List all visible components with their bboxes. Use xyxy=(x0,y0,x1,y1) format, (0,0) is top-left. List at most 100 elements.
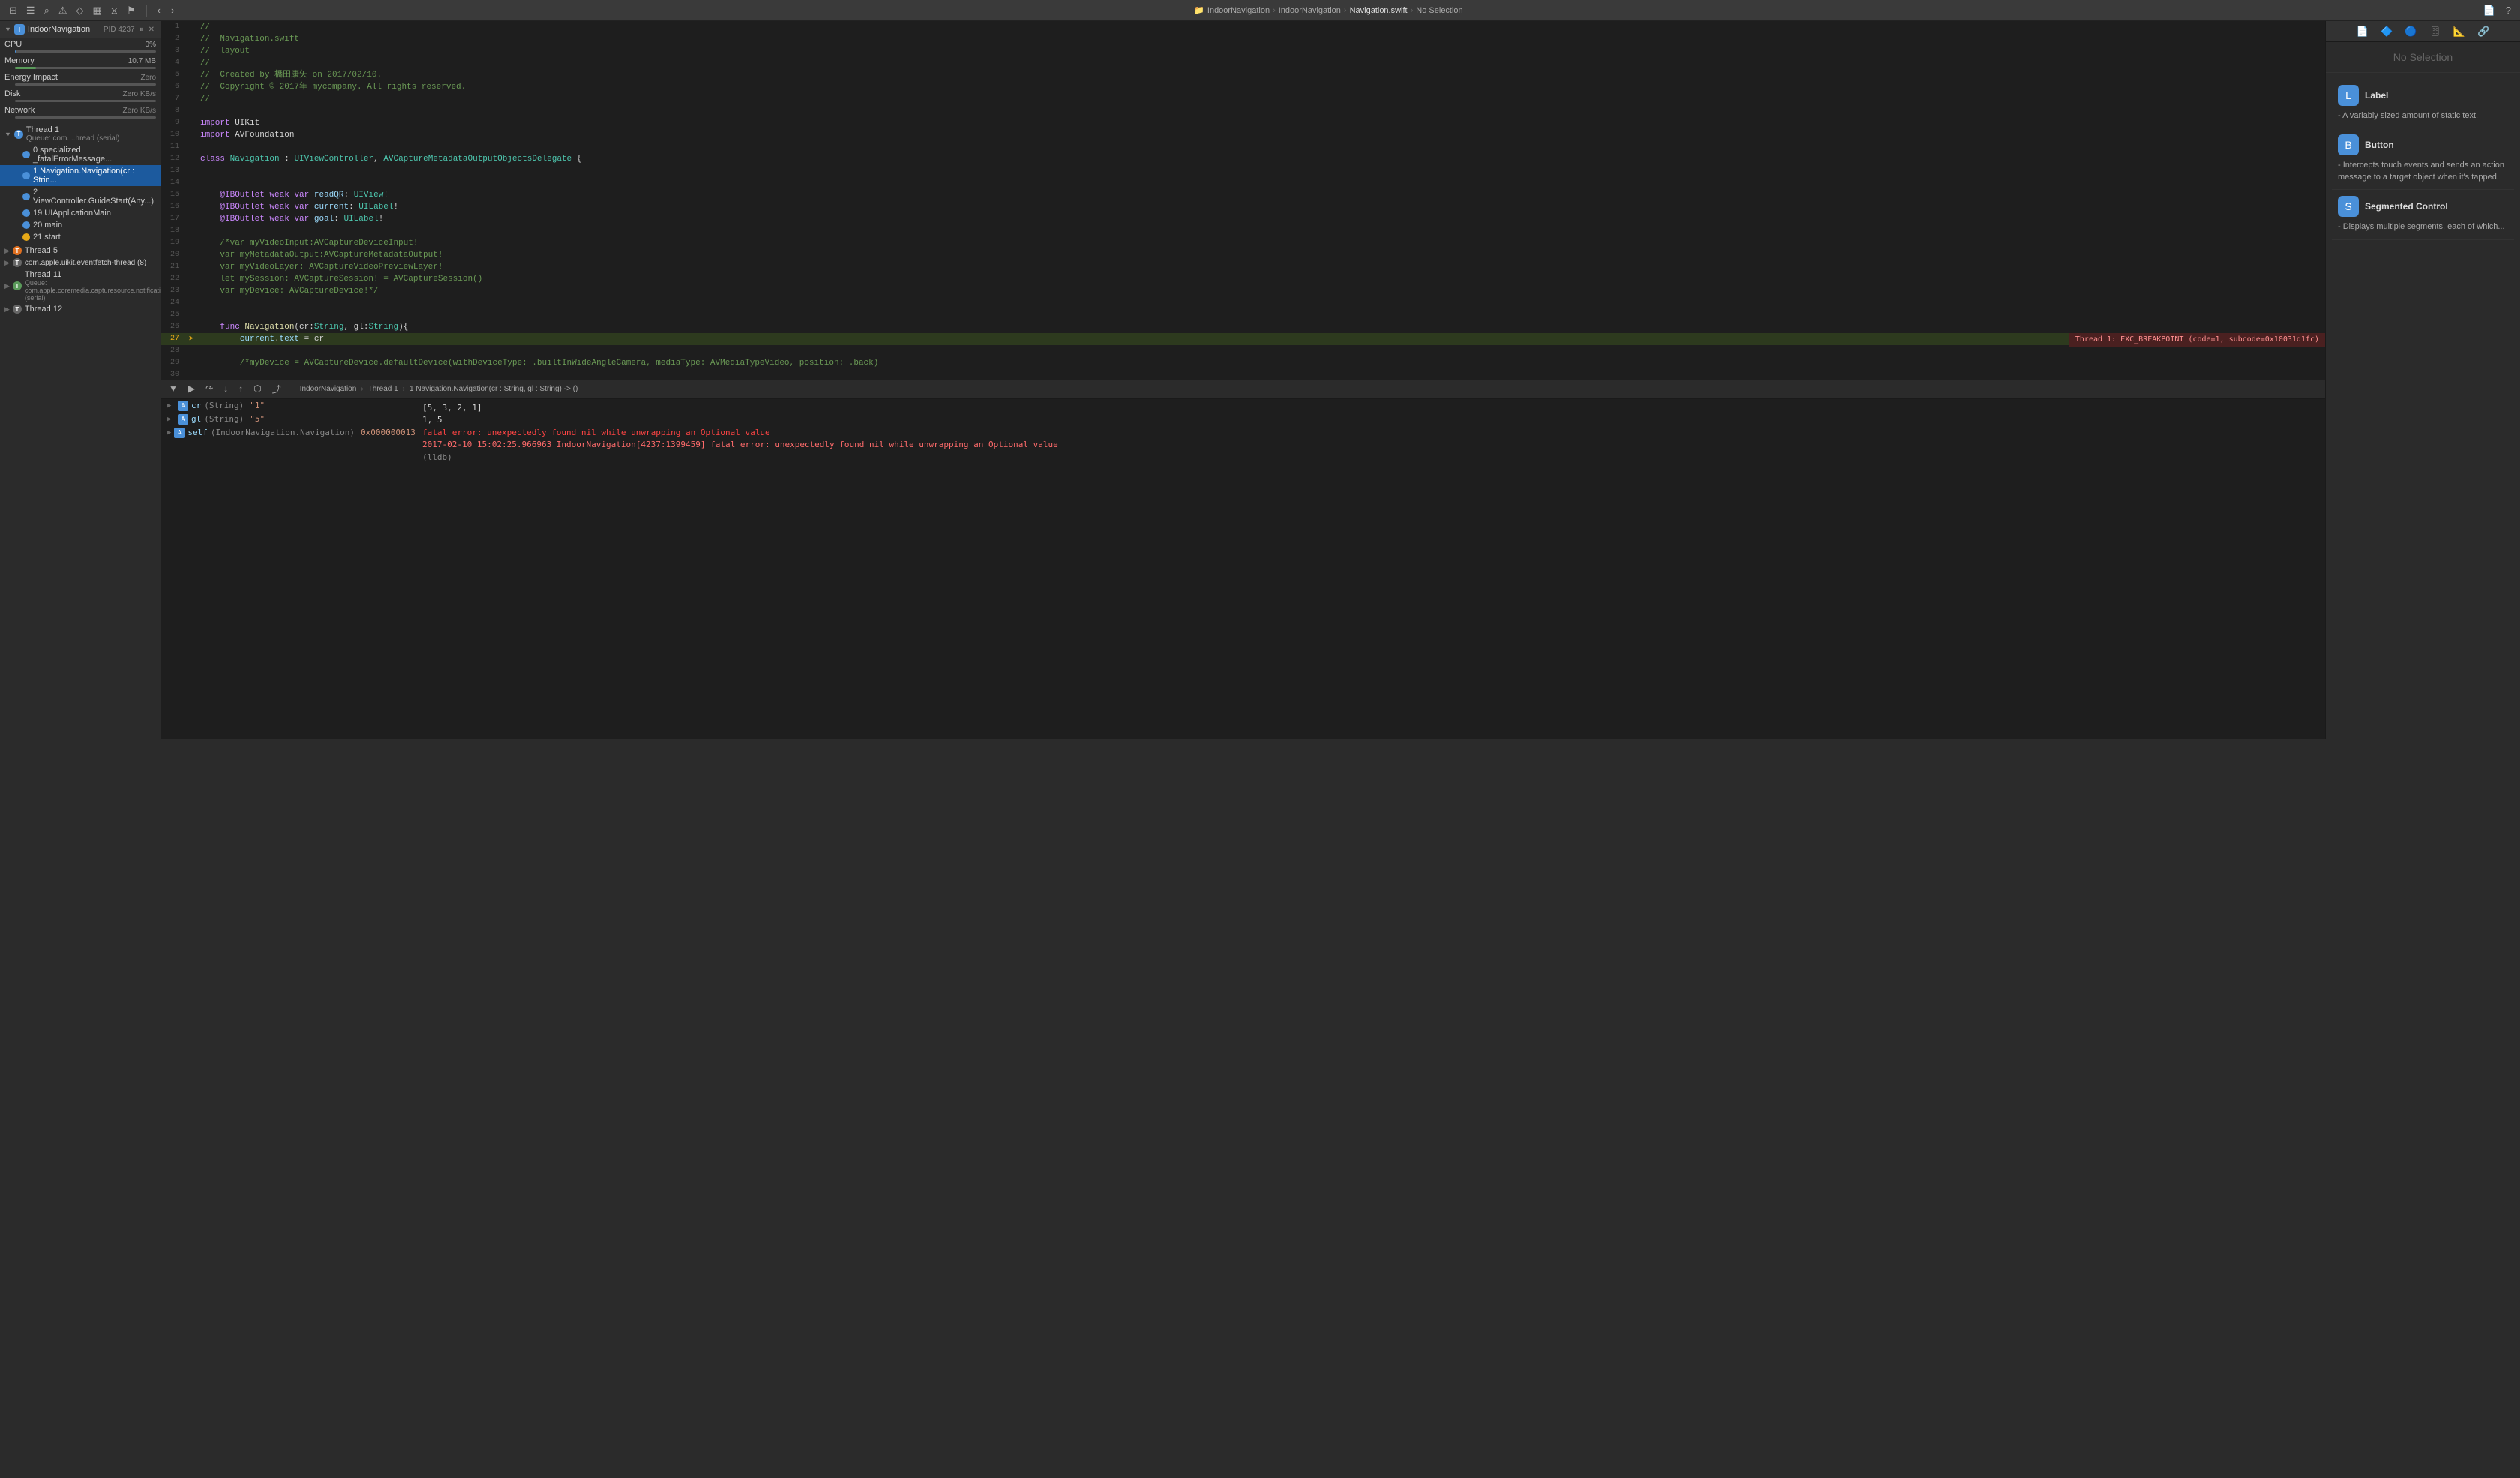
flag-icon[interactable]: ⚑ xyxy=(124,3,139,18)
breadcrumb-icon: 📁 xyxy=(1194,5,1204,15)
thread5-expand-arrow[interactable]: ▶ xyxy=(4,247,10,255)
identity-inspector-btn[interactable]: 🔵 xyxy=(2400,24,2421,39)
thread1-item[interactable]: ▼ T Thread 1 Queue: com....hread (serial… xyxy=(0,124,160,144)
console-line-5: (lldb) xyxy=(422,452,2319,464)
step-over-btn[interactable]: ↷ xyxy=(202,382,216,395)
grid-icon[interactable]: ⊞ xyxy=(6,3,20,18)
list-icon[interactable]: ☰ xyxy=(23,3,38,18)
memory-gauge xyxy=(15,67,156,69)
thread-selector[interactable]: Thread 1 xyxy=(368,385,398,393)
stop-icon[interactable]: ✕ xyxy=(147,25,156,35)
eventfetch-expand-arrow[interactable]: ▶ xyxy=(4,259,10,267)
attributes-inspector-btn[interactable]: 🎚 xyxy=(2424,24,2446,39)
cr-expand-arrow[interactable]: ▶ xyxy=(167,402,175,410)
network-gauge xyxy=(15,116,156,119)
continue-btn[interactable]: ▶ xyxy=(185,382,198,395)
thread1-frame2[interactable]: 2 ViewController.GuideStart(Any...) xyxy=(0,186,160,207)
debug-panels: ▶ A cr (String) "1" ▶ A gl (String) "5" xyxy=(161,398,2325,533)
code-line-12: 12 class Navigation : UIViewController, … xyxy=(161,153,2325,165)
thread12-icon: T xyxy=(13,305,22,314)
step-into-btn[interactable]: ↓ xyxy=(220,382,231,395)
process-pid: PID 4237 xyxy=(104,26,135,34)
code-line-6: 6 // Copyright © 2017年 mycompany. All ri… xyxy=(161,81,2325,93)
debug-var-self[interactable]: ▶ A self (IndoorNavigation.Navigation) 0… xyxy=(161,426,416,440)
thread1-frame0[interactable]: 0 specialized _fatalErrorMessage... xyxy=(0,144,160,165)
help-icon[interactable]: ? xyxy=(2503,3,2514,17)
code-line-10: 10 import AVFoundation xyxy=(161,129,2325,141)
breadcrumb-folder1[interactable]: IndoorNavigation xyxy=(1208,6,1270,15)
memory-item[interactable]: Memory 10.7 MB xyxy=(0,55,160,67)
debug-var-cr[interactable]: ▶ A cr (String) "1" xyxy=(161,399,416,413)
cpu-label: CPU xyxy=(4,40,22,49)
eventfetch-thread-item[interactable]: ▶ T com.apple.uikit.eventfetch-thread (8… xyxy=(0,257,160,269)
thread5-item[interactable]: ▶ T Thread 5 xyxy=(0,245,160,257)
main-toolbar: ⊞ ☰ ⌕ ⚠ ◇ ▦ ⧖ ⚑ ‹ › 📁 IndoorNavigation ›… xyxy=(0,0,2520,21)
self-expand-arrow[interactable]: ▶ xyxy=(167,429,171,437)
thread1-queue: Queue: com....hread (serial) xyxy=(26,134,156,143)
console-line-3: fatal error: unexpectedly found nil whil… xyxy=(422,427,2319,440)
thread1-expand-arrow[interactable]: ▼ xyxy=(4,131,11,138)
frame-selector[interactable]: 1 Navigation.Navigation(cr : String, gl … xyxy=(410,385,578,393)
thread1-frame21-icon xyxy=(22,233,30,241)
debug-console-panel[interactable]: [5, 3, 2, 1] 1, 5 fatal error: unexpecte… xyxy=(416,399,2325,533)
debug-var-gl[interactable]: ▶ A gl (String) "5" xyxy=(161,413,416,426)
code-line-26: 26 func Navigation(cr:String, gl:String)… xyxy=(161,321,2325,333)
connections-inspector-btn[interactable]: 🔗 xyxy=(2473,24,2494,39)
hide-debug-btn[interactable]: ▼ xyxy=(166,382,181,395)
no-selection-label: No Selection xyxy=(2393,51,2452,63)
network-item[interactable]: Network Zero KB/s xyxy=(0,104,160,116)
eventfetch-icon: T xyxy=(13,258,22,267)
size-inspector-btn[interactable]: 📐 xyxy=(2449,24,2470,39)
process-icon: I xyxy=(14,24,25,35)
thread1-icon: T xyxy=(14,130,23,139)
breadcrumb-folder2[interactable]: IndoorNavigation xyxy=(1279,6,1341,15)
process-expand-arrow[interactable]: ▼ xyxy=(4,26,11,33)
thread12-label: Thread 12 xyxy=(25,305,62,314)
thread12-item[interactable]: ▶ T Thread 12 xyxy=(0,303,160,315)
file-icon[interactable]: 📄 xyxy=(2480,3,2498,18)
network-label: Network xyxy=(4,106,34,115)
code-line-22: 22 let mySession: AVCaptureSession! = AV… xyxy=(161,273,2325,285)
warning-icon[interactable]: ⚠ xyxy=(56,3,70,18)
layout-icon[interactable]: ▦ xyxy=(90,3,105,18)
file-inspector-btn[interactable]: 📄 xyxy=(2352,24,2373,39)
forward-button[interactable]: › xyxy=(168,3,177,17)
search-icon[interactable]: ⌕ xyxy=(41,3,52,18)
bookmark-icon[interactable]: ◇ xyxy=(74,3,87,18)
console-line-4: 2017-02-10 15:02:25.966963 IndoorNavigat… xyxy=(422,439,2319,452)
code-editor[interactable]: 1 // 2 // Navigation.swift 3 // layout 4… xyxy=(161,21,2325,380)
button-widget-name: Button xyxy=(2365,140,2394,150)
thread11-queue: Queue: com.apple.coremedia.capturesource… xyxy=(25,279,161,302)
quick-help-btn[interactable]: 🔷 xyxy=(2376,24,2397,39)
thread1-frame20-label: 20 main xyxy=(33,221,62,230)
code-line-8: 8 xyxy=(161,105,2325,117)
code-line-17: 17 @IBOutlet weak var goal: UILabel! xyxy=(161,213,2325,225)
step-out-btn[interactable]: ↑ xyxy=(236,382,246,395)
disk-item[interactable]: Disk Zero KB/s xyxy=(0,88,160,100)
code-line-24: 24 xyxy=(161,297,2325,309)
thread1-frame1[interactable]: 1 Navigation.Navigation(cr : Strin... xyxy=(0,165,160,186)
execution-arrow: ➤ xyxy=(188,333,194,345)
thread11-expand-arrow[interactable]: ▶ xyxy=(4,282,10,290)
pause-icon[interactable]: ⏸ xyxy=(138,25,145,35)
gl-expand-arrow[interactable]: ▶ xyxy=(167,416,175,423)
breadcrumb-file[interactable]: Navigation.swift xyxy=(1350,6,1408,15)
energy-item[interactable]: Energy Impact Zero xyxy=(0,71,160,83)
code-line-28: 28 xyxy=(161,345,2325,357)
inspector-label-item: L Label - A variably sized amount of sta… xyxy=(2332,79,2514,128)
back-button[interactable]: ‹ xyxy=(154,3,164,17)
breadcrumb-selection[interactable]: No Selection xyxy=(1416,6,1462,15)
thread11-item[interactable]: ▶ T Thread 11 Queue: com.apple.coremedia… xyxy=(0,269,160,303)
share-debug-btn[interactable]: ⤴ xyxy=(269,381,284,397)
thread1-frame2-icon xyxy=(22,193,30,200)
code-line-13: 13 xyxy=(161,165,2325,177)
thread1-frame21[interactable]: 21 start xyxy=(0,231,160,243)
thread1-frame19[interactable]: 19 UIApplicationMain xyxy=(0,207,160,219)
thread12-expand-arrow[interactable]: ▶ xyxy=(4,305,10,314)
breakpoint-btn[interactable]: ⬡ xyxy=(250,382,264,395)
cpu-item[interactable]: CPU 0% xyxy=(0,38,160,50)
link-icon[interactable]: ⧖ xyxy=(108,3,121,18)
code-line-3: 3 // layout xyxy=(161,45,2325,57)
no-selection-area: No Selection xyxy=(2326,42,2520,73)
thread1-frame20[interactable]: 20 main xyxy=(0,219,160,231)
